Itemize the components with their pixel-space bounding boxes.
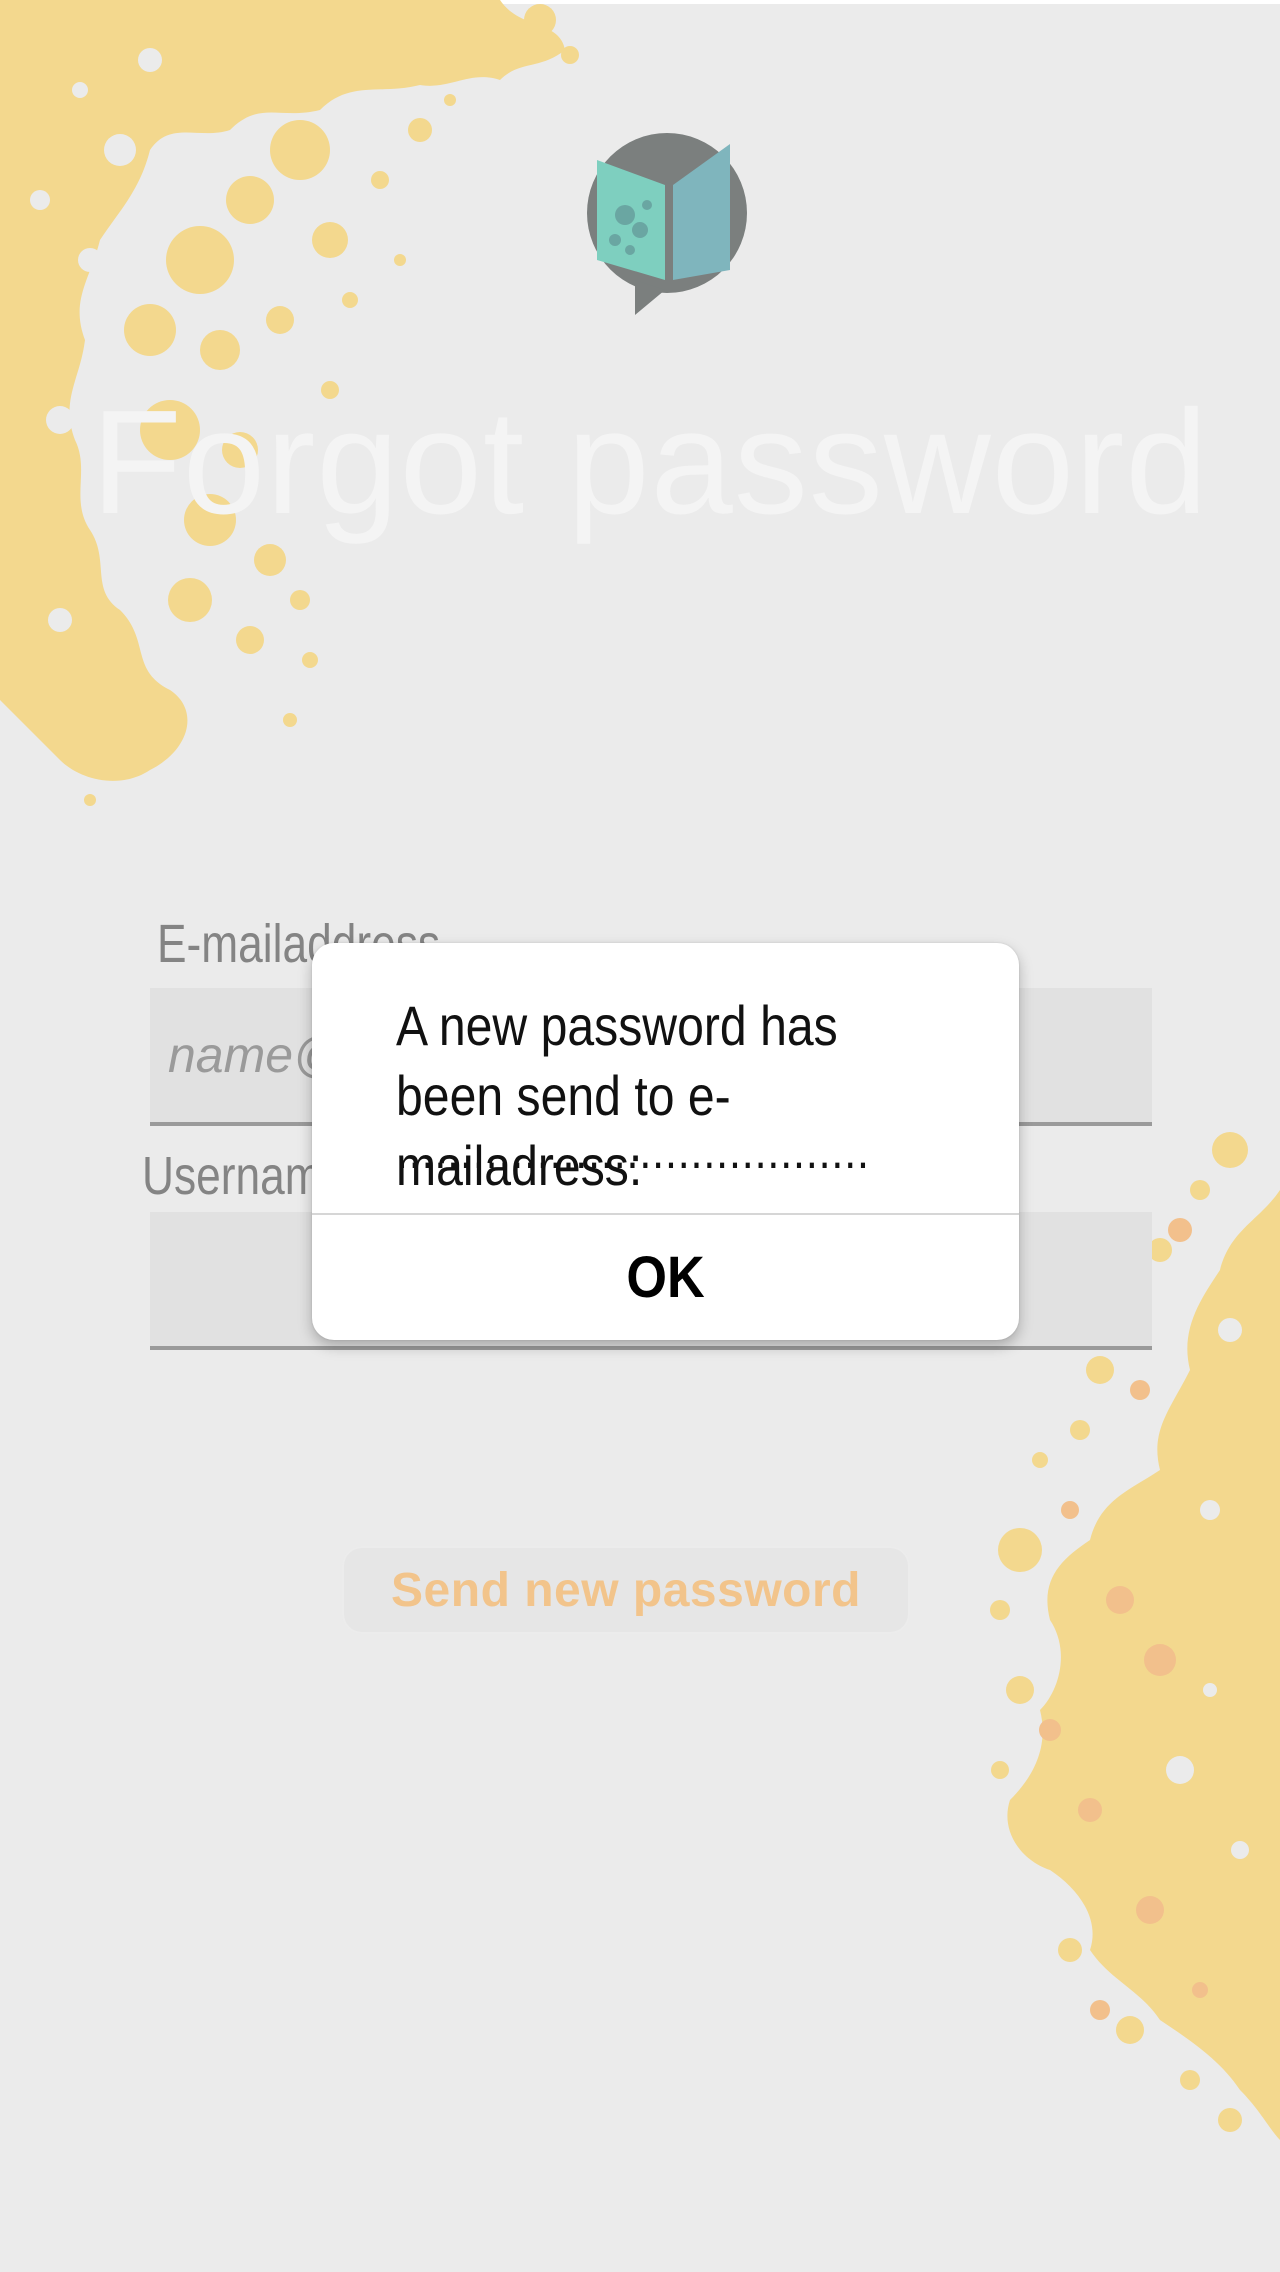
password-sent-dialog: A new password has been send to e-mailad…	[312, 943, 1019, 1340]
book-chat-logo-icon	[587, 133, 747, 315]
page-title: Forgot password	[91, 380, 1209, 545]
ok-button[interactable]: OK	[347, 1215, 983, 1340]
send-new-password-button[interactable]: Send new password	[342, 1546, 910, 1634]
forgot-password-screen: Forgot password E-mailaddress Username S…	[0, 0, 1280, 2272]
dialog-email-placeholder: .....................................	[396, 1123, 870, 1179]
